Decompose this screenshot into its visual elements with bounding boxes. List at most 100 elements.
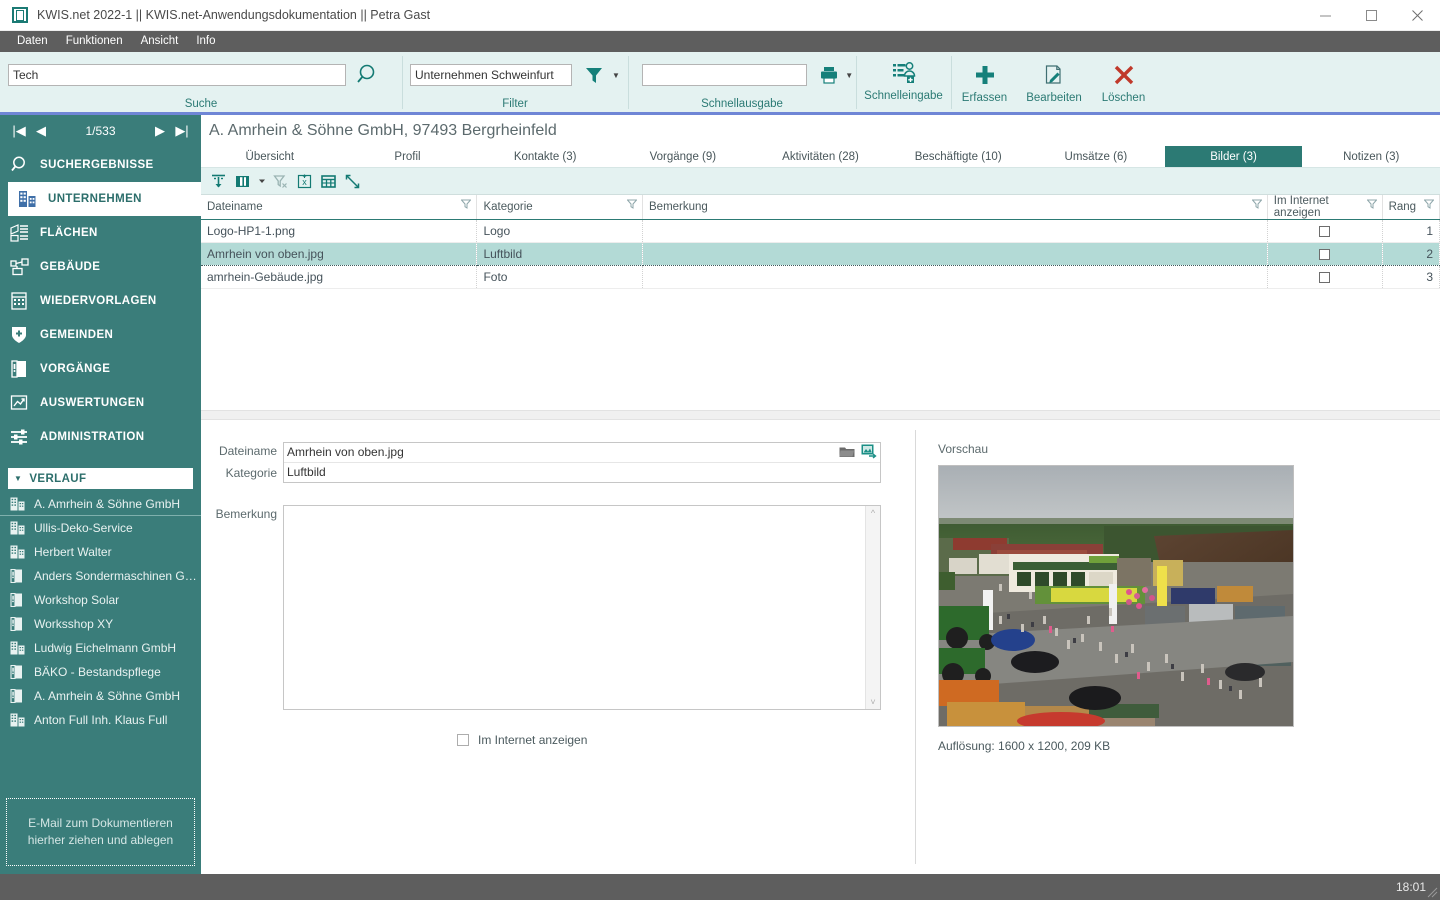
list-item[interactable]: Anders Sondermaschinen Gmb... — [0, 564, 201, 588]
tab-uebersicht[interactable]: Übersicht — [201, 146, 339, 167]
company-building-icon — [10, 521, 34, 535]
sidebar-item-flaechen[interactable]: FLÄCHEN — [0, 216, 201, 250]
sidebar-item-vorgaenge[interactable]: VORGÄNGE — [0, 352, 201, 386]
cell-dateiname: Amrhein von oben.jpg — [201, 242, 478, 266]
menu-item-info[interactable]: Info — [187, 31, 224, 52]
cell-internet[interactable] — [1267, 242, 1383, 266]
printer-icon[interactable] — [815, 61, 842, 89]
verlauf-header[interactable]: ▼ VERLAUF — [8, 468, 193, 489]
email-dropzone[interactable]: E-Mail zum Dokumentieren hierher ziehen … — [6, 798, 195, 866]
pager-first-button[interactable]: |◀ — [8, 123, 30, 139]
list-item[interactable]: A. Amrhein & Söhne GmbH — [0, 684, 201, 708]
minimize-icon[interactable] — [1302, 0, 1348, 31]
tab-aktivitaeten[interactable]: Aktivitäten (28) — [752, 146, 890, 167]
sidebar-item-suchergebnisse[interactable]: SUCHERGEBNISSE — [0, 148, 201, 182]
menu-item-funktionen[interactable]: Funktionen — [57, 31, 132, 52]
funnel-icon[interactable] — [579, 60, 609, 90]
erfassen-button[interactable]: Erfassen — [951, 52, 1018, 115]
sidebar-item-gebaeude[interactable]: GEBÄUDE — [0, 250, 201, 284]
kategorie-input[interactable] — [284, 463, 880, 482]
scroll-up-icon[interactable]: ^ — [871, 506, 875, 520]
tab-bilder[interactable]: Bilder (3) — [1164, 146, 1303, 167]
sidebar-item-unternehmen[interactable]: UNTERNEHMEN — [8, 182, 201, 216]
checkbox[interactable] — [1319, 226, 1331, 238]
bemerkung-textarea[interactable] — [284, 506, 865, 709]
search-icon[interactable] — [352, 59, 384, 91]
tab-umsaetze[interactable]: Umsätze (6) — [1027, 146, 1165, 167]
menu-item-daten[interactable]: Daten — [8, 31, 57, 52]
column-header-rang[interactable]: Rang — [1382, 195, 1440, 220]
list-item[interactable]: A. Amrhein & Söhne GmbH — [0, 492, 201, 516]
checkbox[interactable] — [1319, 272, 1331, 284]
cell-internet[interactable] — [1267, 219, 1383, 243]
tab-notizen[interactable]: Notizen (3) — [1302, 146, 1440, 167]
list-item[interactable]: Ludwig Eichelmann GmbH — [0, 636, 201, 660]
schnellausgabe-input[interactable] — [642, 64, 808, 86]
list-item[interactable]: Herbert Walter — [0, 540, 201, 564]
pager-next-button[interactable]: ▶ — [149, 123, 171, 139]
menu-item-ansicht[interactable]: Ansicht — [132, 31, 188, 52]
column-header-bemerkung[interactable]: Bemerkung — [642, 195, 1268, 220]
textarea-scrollbar[interactable]: ^ ˅ — [865, 506, 880, 709]
scroll-down-icon[interactable]: ˅ — [870, 695, 875, 709]
filter-icon[interactable] — [1366, 199, 1377, 209]
horizontal-splitter[interactable] — [201, 410, 1440, 420]
list-item[interactable]: BÄKO - Bestandspflege — [0, 660, 201, 684]
auto-fit-icon[interactable] — [209, 172, 228, 191]
column-header-dateiname[interactable]: Dateiname — [201, 195, 478, 220]
binder-icon — [10, 617, 34, 631]
list-item[interactable]: Ullis-Deko-Service — [0, 516, 201, 540]
list-item[interactable]: Anton Full Inh. Klaus Full — [0, 708, 201, 732]
dateiname-input[interactable] — [284, 443, 882, 462]
preview-image[interactable] — [938, 465, 1294, 727]
column-header-kategorie[interactable]: Kategorie — [476, 195, 644, 220]
table-row[interactable]: amrhein-Gebäude.jpg Foto 3 — [201, 265, 1440, 289]
tab-beschaeftigte[interactable]: Beschäftigte (10) — [889, 146, 1027, 167]
filter-icon[interactable] — [461, 199, 472, 209]
filter-icon[interactable] — [627, 199, 638, 209]
tab-profil[interactable]: Profil — [339, 146, 477, 167]
filter-icon[interactable] — [1424, 199, 1434, 209]
print-dropdown-caret-icon[interactable]: ▼ — [842, 71, 856, 80]
table-view-icon[interactable] — [319, 172, 338, 191]
tab-label: Vorgänge (9) — [649, 150, 717, 163]
tab-kontakte[interactable]: Kontakte (3) — [476, 146, 614, 167]
columns-icon[interactable] — [233, 172, 252, 191]
resize-grip-icon[interactable] — [1426, 886, 1438, 898]
tab-label: Übersicht — [245, 150, 295, 163]
maximize-icon[interactable] — [1348, 0, 1394, 31]
bearbeiten-button[interactable]: Bearbeiten — [1018, 52, 1090, 115]
pager-last-button[interactable]: ▶| — [171, 123, 193, 139]
fullscreen-icon[interactable] — [343, 172, 362, 191]
checkbox[interactable] — [457, 734, 469, 746]
filter-dropdown-caret-icon[interactable]: ▼ — [609, 71, 623, 80]
column-header-im-internet-anzeigen[interactable]: Im Internet anzeigen — [1267, 195, 1383, 220]
export-excel-icon[interactable]: x — [295, 172, 314, 191]
columns-dropdown-icon[interactable] — [257, 172, 266, 191]
binder-icon — [10, 665, 34, 679]
sidebar-item-auswertungen[interactable]: AUSWERTUNGEN — [0, 386, 201, 420]
loeschen-button[interactable]: Löschen — [1090, 52, 1157, 115]
sidebar-item-gemeinden[interactable]: GEMEINDEN — [0, 318, 201, 352]
folder-open-icon[interactable] — [839, 445, 855, 459]
image-export-icon[interactable] — [861, 444, 877, 459]
table-row[interactable]: Logo-HP1-1.png Logo 1 — [201, 219, 1440, 243]
remove-filter-icon[interactable] — [271, 172, 290, 191]
sidebar-item-wiedervorlagen[interactable]: WIEDERVORLAGEN — [0, 284, 201, 318]
table-row[interactable]: Amrhein von oben.jpg Luftbild 2 — [201, 242, 1440, 266]
images-grid[interactable]: Dateiname Kategorie Bemerkung Im Interne… — [201, 194, 1440, 410]
list-item[interactable]: Workshop Solar — [0, 588, 201, 612]
tab-vorgaenge[interactable]: Vorgänge (9) — [614, 146, 752, 167]
internet-checkbox-row[interactable]: Im Internet anzeigen — [457, 733, 915, 747]
checkbox[interactable] — [1319, 249, 1331, 261]
filter-input[interactable] — [410, 64, 572, 86]
filter-icon[interactable] — [1251, 199, 1262, 209]
column-label: Bemerkung — [649, 201, 708, 213]
list-item[interactable]: Worksshop XY — [0, 612, 201, 636]
cell-internet[interactable] — [1267, 265, 1383, 289]
close-icon[interactable] — [1394, 0, 1440, 31]
pager-prev-button[interactable]: ◀ — [30, 123, 52, 139]
schnelleingabe-button[interactable]: Schnelleingabe — [856, 52, 951, 115]
search-input[interactable] — [8, 64, 346, 86]
sidebar-item-administration[interactable]: ADMINISTRATION — [0, 420, 201, 454]
